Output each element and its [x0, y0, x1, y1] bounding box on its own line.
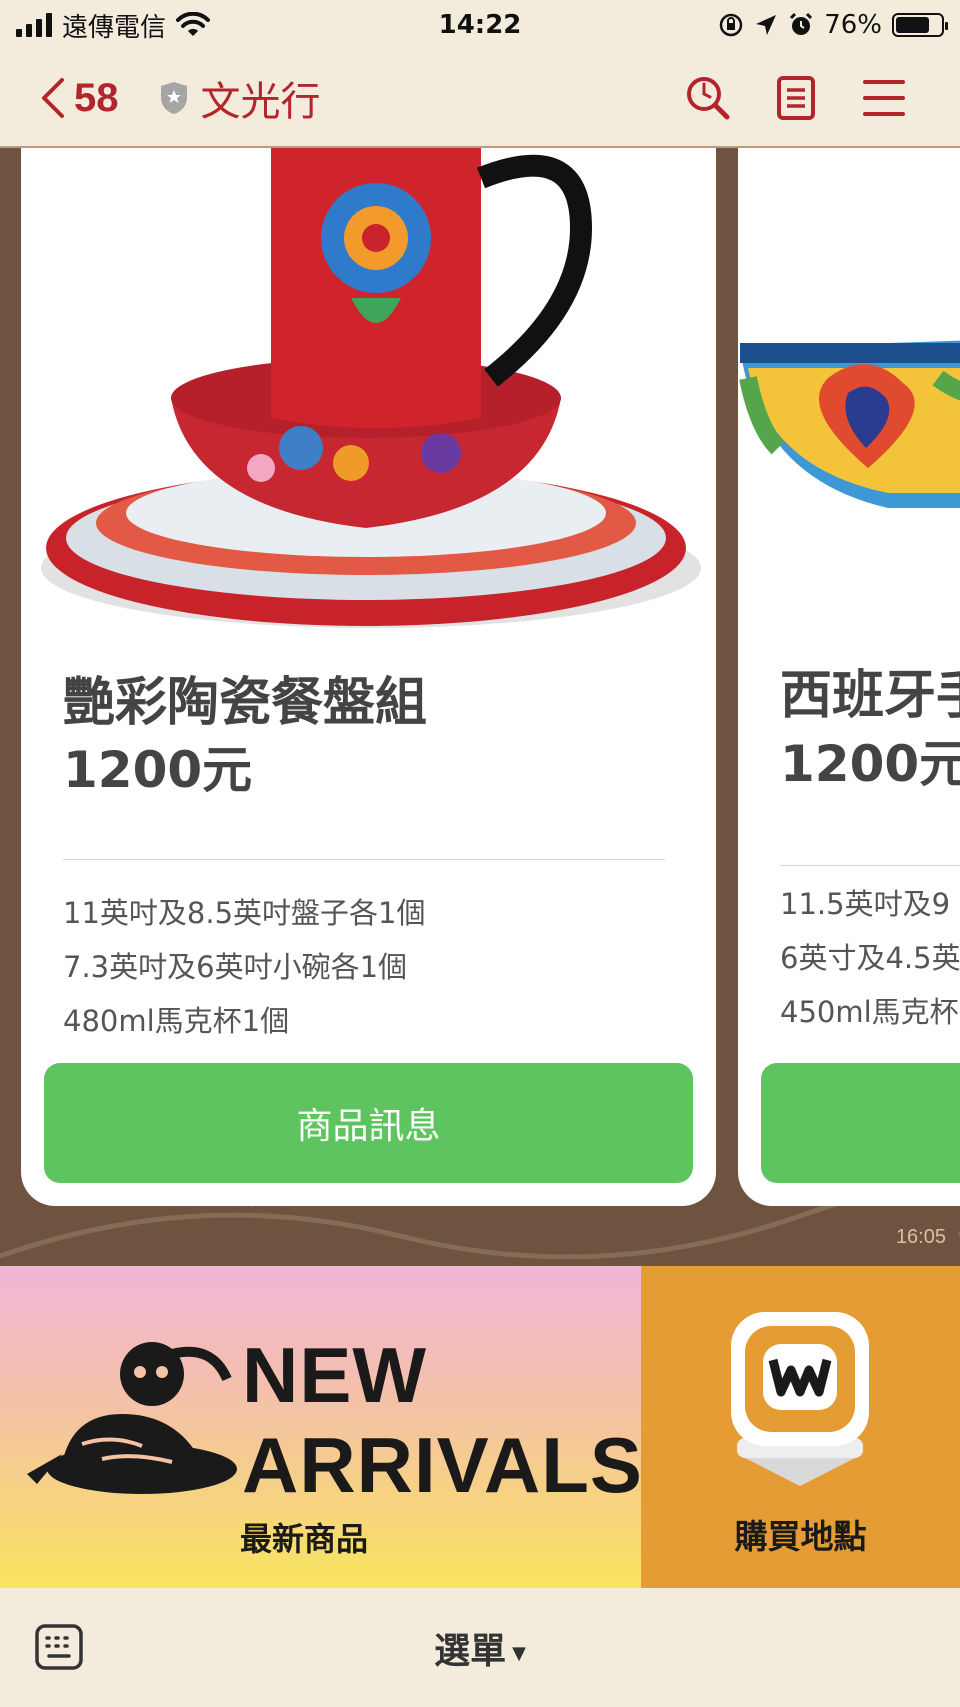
- card-divider: [63, 859, 665, 860]
- spanish-bowl-image: [738, 148, 960, 668]
- cellular-signal-icon: [16, 13, 52, 37]
- product-price: 1200元: [63, 741, 253, 799]
- purchase-location-menu-item[interactable]: 購買地點: [641, 1266, 960, 1588]
- wifi-icon: [176, 12, 211, 36]
- hamburger-menu-icon: [863, 80, 905, 116]
- menu-toggle-label: 選單: [434, 1631, 507, 1672]
- product-detail-line: 11英吋及8.5英吋盤子各1個: [63, 896, 426, 930]
- product-info-button[interactable]: 商品訊息: [44, 1063, 693, 1183]
- store-location-pin-icon: [731, 1312, 869, 1486]
- menu-button[interactable]: [860, 74, 908, 122]
- product-name: 艷彩陶瓷餐盤組: [63, 673, 428, 733]
- product-detail-line: 6英寸及4.5英: [780, 941, 960, 975]
- new-arrivals-title: NEW ARRIVALS: [242, 1330, 641, 1510]
- notes-icon: [777, 76, 815, 120]
- battery-percent: 76%: [824, 10, 882, 40]
- product-name: 西班牙手: [780, 666, 960, 726]
- purchase-location-label: 購買地點: [734, 1517, 867, 1556]
- search-icon: [687, 77, 730, 120]
- chat-title: 文光行: [200, 79, 321, 125]
- status-left: 遠傳電信: [16, 7, 211, 44]
- new-arrivals-subtitle: 最新商品: [240, 1520, 369, 1558]
- ceramic-dinnerware-image: [21, 148, 716, 668]
- product-detail-line: 7.3英吋及6英吋小碗各1個: [63, 950, 408, 984]
- verified-shield-icon: [160, 82, 187, 114]
- chat-header: 58 文光行: [0, 50, 960, 148]
- cat-stirring-pot-icon: [27, 1342, 237, 1494]
- notes-button[interactable]: [772, 74, 820, 122]
- status-right: 76%: [718, 10, 948, 40]
- product-card[interactable]: 西班牙手 1200元 11.5英吋及9 6英寸及4.5英 450ml馬克杯: [738, 148, 960, 1206]
- chat-area[interactable]: 艷彩陶瓷餐盤組 1200元 11英吋及8.5英吋盤子各1個 7.3英吋及6英吋小…: [0, 148, 960, 1266]
- battery-fill: [896, 17, 930, 33]
- header-actions: [684, 74, 908, 122]
- status-bar: 遠傳電信 14:22 76%: [0, 0, 960, 50]
- chat-title-wrap[interactable]: 文光行: [159, 69, 321, 127]
- battery-icon: [892, 13, 948, 37]
- product-detail-line: 480ml馬克杯1個: [63, 1004, 290, 1038]
- chevron-left-icon: [42, 78, 64, 118]
- new-arrivals-line1: NEW: [242, 1331, 427, 1419]
- back-button[interactable]: 58: [40, 76, 119, 121]
- product-price: 1200元: [780, 735, 960, 793]
- bottom-bar: 選單 ▼: [0, 1588, 960, 1707]
- alarm-icon: [790, 12, 813, 35]
- product-detail-line: 450ml馬克杯: [780, 995, 959, 1029]
- unread-count: 58: [74, 75, 119, 120]
- location-arrow-icon: [756, 15, 777, 35]
- product-detail-line: 11.5英吋及9: [780, 887, 951, 921]
- search-button[interactable]: [684, 74, 732, 122]
- menu-toggle-button[interactable]: 選單 ▼: [0, 1622, 960, 1674]
- card-divider: [780, 865, 960, 866]
- product-card[interactable]: 艷彩陶瓷餐盤組 1200元 11英吋及8.5英吋盤子各1個 7.3英吋及6英吋小…: [21, 148, 716, 1206]
- caret-down-icon: ▼: [512, 1642, 526, 1664]
- message-timestamp: 16:05: [895, 1226, 946, 1248]
- carrier-name: 遠傳電信: [62, 12, 167, 43]
- rich-menu: NEW ARRIVALS 最新商品 購買地點: [0, 1266, 960, 1588]
- rotation-lock-icon: [719, 13, 743, 37]
- new-arrivals-line2: ARRIVALS: [242, 1421, 641, 1509]
- product-info-button[interactable]: [761, 1063, 960, 1183]
- new-arrivals-menu-item[interactable]: NEW ARRIVALS 最新商品: [0, 1266, 641, 1588]
